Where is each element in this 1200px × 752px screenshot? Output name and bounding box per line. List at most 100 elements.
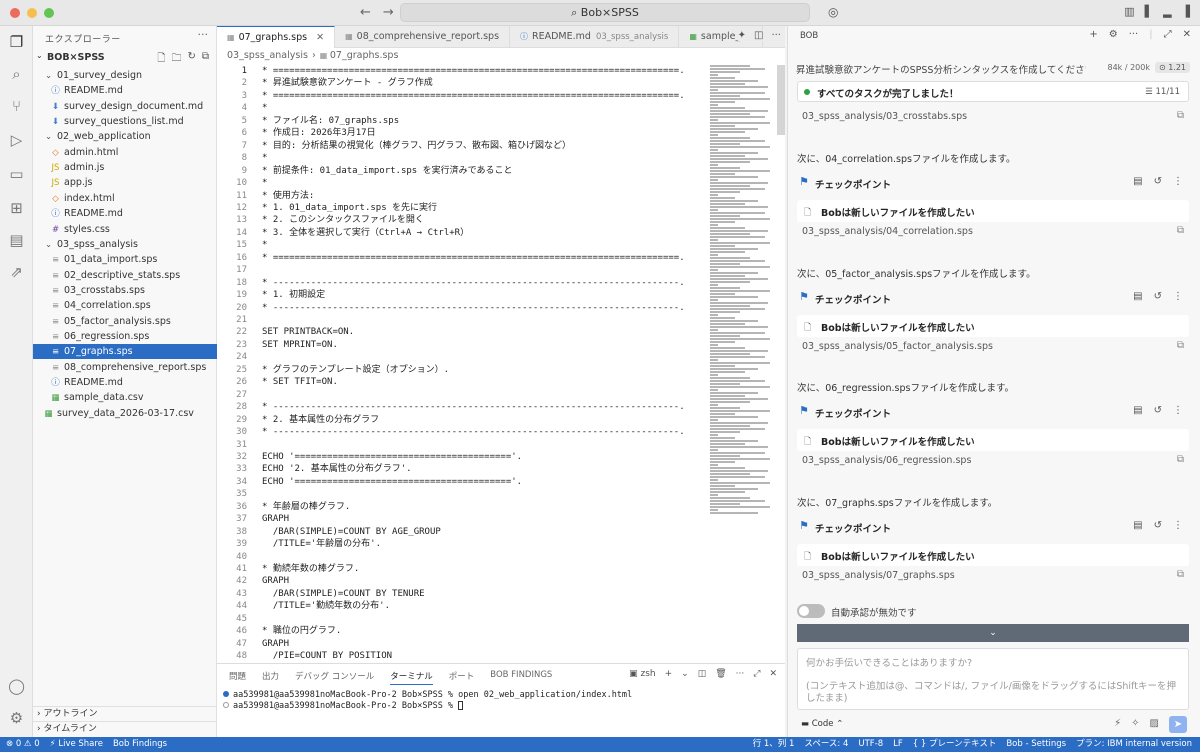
lightning-icon[interactable]: ⚡ xyxy=(1114,718,1121,729)
split-terminal-icon[interactable]: ◫ xyxy=(698,669,707,679)
customize-layout-icon[interactable]: ▥ xyxy=(1124,5,1134,18)
code-view[interactable]: 1 * =====================================… xyxy=(217,65,707,663)
tree-item[interactable]: ▦ sample_data.csv xyxy=(33,390,217,405)
image-icon[interactable]: ▨ xyxy=(1150,718,1159,729)
tree-item[interactable]: ◇ index.html xyxy=(33,191,217,206)
extensions-icon[interactable]: ⊞ xyxy=(6,198,27,219)
open-external-icon[interactable]: ⧉ xyxy=(1177,569,1184,580)
open-external-icon[interactable]: ⧉ xyxy=(1177,110,1184,121)
status-right-2[interactable]: UTF-8 xyxy=(858,737,883,752)
restore-icon[interactable]: ↺ xyxy=(1154,291,1162,302)
zoom-window-button[interactable] xyxy=(44,8,54,18)
more-actions-icon[interactable]: ⋮ xyxy=(1173,291,1183,302)
tree-item[interactable]: ◇ admin.html xyxy=(33,145,217,160)
folder-icon[interactable]: ▤ xyxy=(6,230,27,251)
timeline-section[interactable]: › タイムライン xyxy=(33,721,217,736)
send-button[interactable]: ➤ xyxy=(1169,716,1187,733)
more-actions-icon[interactable]: ··· xyxy=(198,28,209,41)
tree-item[interactable]: ≡ 01_data_import.sps xyxy=(33,252,217,267)
account-icon[interactable]: ◯ xyxy=(6,676,27,697)
tree-item[interactable]: ⓘ README.md xyxy=(33,206,217,221)
open-external-icon[interactable]: ⧉ xyxy=(1177,454,1184,465)
more-actions-icon[interactable]: ⋮ xyxy=(1173,176,1183,187)
terminal-line[interactable]: aa539981@aa539981noMacBook-Pro-2 Bob×SPS… xyxy=(223,701,464,711)
task-complete-banner[interactable]: すべてのタスクが完了しました！ ☰ 11/11 xyxy=(797,81,1189,102)
editor-scrollbar[interactable] xyxy=(777,65,785,135)
panel-tab-2[interactable]: デバッグ コンソール xyxy=(295,670,374,685)
more-actions-icon[interactable]: ··· xyxy=(771,30,781,41)
tree-item[interactable]: ▦ survey_data_2026-03-17.csv xyxy=(33,406,217,421)
tree-item[interactable]: ≡ 04_correlation.sps xyxy=(33,298,217,313)
status-left-0[interactable]: ⊗ 0 ⚠ 0 xyxy=(6,737,40,752)
trash-icon[interactable]: 🗑 xyxy=(715,669,726,679)
expand-bar[interactable]: ⌄ xyxy=(797,624,1189,642)
new-file-card[interactable]: 🗋 Bobは新しいファイルを作成したい xyxy=(797,314,1189,337)
more-actions-icon[interactable]: ⋮ xyxy=(1173,520,1183,531)
new-terminal-icon[interactable]: + xyxy=(665,669,673,679)
plus-icon[interactable]: + xyxy=(1089,29,1097,40)
gear-icon[interactable]: ⚙ xyxy=(1109,29,1118,40)
back-arrow-icon[interactable]: ← xyxy=(360,5,371,20)
mode-selector[interactable]: ▬ Code ⌃ xyxy=(801,719,843,729)
refresh-icon[interactable]: ↻ xyxy=(187,51,195,68)
open-external-icon[interactable]: ⧉ xyxy=(1177,225,1184,236)
file-reference[interactable]: 03_spss_analysis/03_crosstabs.sps xyxy=(802,111,967,122)
status-right-3[interactable]: LF xyxy=(893,737,903,752)
tree-item[interactable]: ⌄ 02_web_application xyxy=(33,129,217,144)
task-header[interactable]: 昇進試験意欲アンケートのSPSS分析シンタックスを作成してください... 84k… xyxy=(794,60,1194,76)
explorer-icon[interactable]: ❐ xyxy=(6,32,27,53)
new-file-icon[interactable]: 🗋 xyxy=(157,51,165,68)
search-icon[interactable]: ⌕ xyxy=(6,64,27,85)
file-reference[interactable]: 03_spss_analysis/04_correlation.sps xyxy=(802,226,973,237)
tree-item[interactable]: # styles.css xyxy=(33,222,217,237)
copilot-icon[interactable]: ◎ xyxy=(828,5,838,19)
restore-icon[interactable]: ↺ xyxy=(1154,176,1162,187)
chat-input[interactable]: 何かお手伝いできることはありますか? (コンテキスト追加は@、コマンドは/, フ… xyxy=(797,648,1189,710)
maximize-icon[interactable]: ⤢ xyxy=(1164,29,1172,40)
panel-tab-0[interactable]: 問題 xyxy=(229,670,246,685)
file-reference[interactable]: 03_spss_analysis/06_regression.sps xyxy=(802,455,971,466)
tree-item[interactable]: ≡ 06_regression.sps xyxy=(33,329,217,344)
file-reference[interactable]: 03_spss_analysis/05_factor_analysis.sps xyxy=(802,341,993,352)
tree-item[interactable]: ⓘ README.md xyxy=(33,83,217,98)
new-folder-icon[interactable]: 🗀 xyxy=(171,51,181,68)
minimize-window-button[interactable] xyxy=(27,8,37,18)
gear-icon[interactable]: ⚙ xyxy=(6,708,27,729)
tree-item[interactable]: JS admin.js xyxy=(33,160,217,175)
tab-0[interactable]: ▦ 07_graphs.sps ✕ xyxy=(217,26,336,48)
tree-item[interactable]: ⓘ README.md xyxy=(33,375,217,390)
toggle-panel-icon[interactable]: ▂ xyxy=(1163,5,1171,18)
status-right-4[interactable]: { } プレーンテキスト xyxy=(913,737,997,752)
tree-item[interactable]: ⌄ 01_survey_design xyxy=(33,68,217,83)
status-right-5[interactable]: Bob - Settings xyxy=(1006,737,1066,752)
panel-tab-1[interactable]: 出力 xyxy=(262,670,279,685)
remote-explorer-icon[interactable]: ▭ xyxy=(6,164,27,185)
tab-2[interactable]: ⓘ README.md 03_spss_analysis xyxy=(510,26,680,48)
source-control-icon[interactable]: ⑂ xyxy=(6,96,27,117)
diff-icon[interactable]: ▤ xyxy=(1133,176,1142,187)
minimap[interactable] xyxy=(710,65,772,525)
diff-icon[interactable]: ▤ xyxy=(1133,520,1142,531)
panel-tab-3[interactable]: ターミナル xyxy=(390,670,433,685)
breadcrumb-folder[interactable]: 03_spss_analysis xyxy=(227,50,308,61)
panel-tab-5[interactable]: BOB FINDINGS xyxy=(490,670,552,685)
tree-item[interactable]: ⌄ 03_spss_analysis xyxy=(33,237,217,252)
status-right-0[interactable]: 行 1、列 1 xyxy=(753,737,795,752)
tree-item[interactable]: JS app.js xyxy=(33,175,217,190)
close-icon[interactable]: ✕ xyxy=(1183,29,1191,40)
tree-item[interactable]: ≡ 03_crosstabs.sps xyxy=(33,283,217,298)
terminal-shell[interactable]: ▣ zsh xyxy=(629,669,656,679)
restore-icon[interactable]: ↺ xyxy=(1154,405,1162,416)
status-left-2[interactable]: Bob Findings xyxy=(113,737,167,752)
command-center-search[interactable]: ⌕ Bob×SPSS xyxy=(400,3,810,22)
split-editor-icon[interactable]: ◫ xyxy=(754,30,763,41)
tree-item[interactable]: ⬇ survey_questions_list.md xyxy=(33,114,217,129)
forward-arrow-icon[interactable]: → xyxy=(383,5,394,20)
more-actions-icon[interactable]: ··· xyxy=(1129,29,1139,40)
restore-icon[interactable]: ↺ xyxy=(1154,520,1162,531)
diff-icon[interactable]: ▤ xyxy=(1133,405,1142,416)
status-left-1[interactable]: ⚡ Live Share xyxy=(50,737,103,752)
close-icon[interactable]: ✕ xyxy=(313,32,324,43)
open-external-icon[interactable]: ⧉ xyxy=(1177,340,1184,351)
breadcrumb-file[interactable]: 07_graphs.sps xyxy=(330,50,399,61)
